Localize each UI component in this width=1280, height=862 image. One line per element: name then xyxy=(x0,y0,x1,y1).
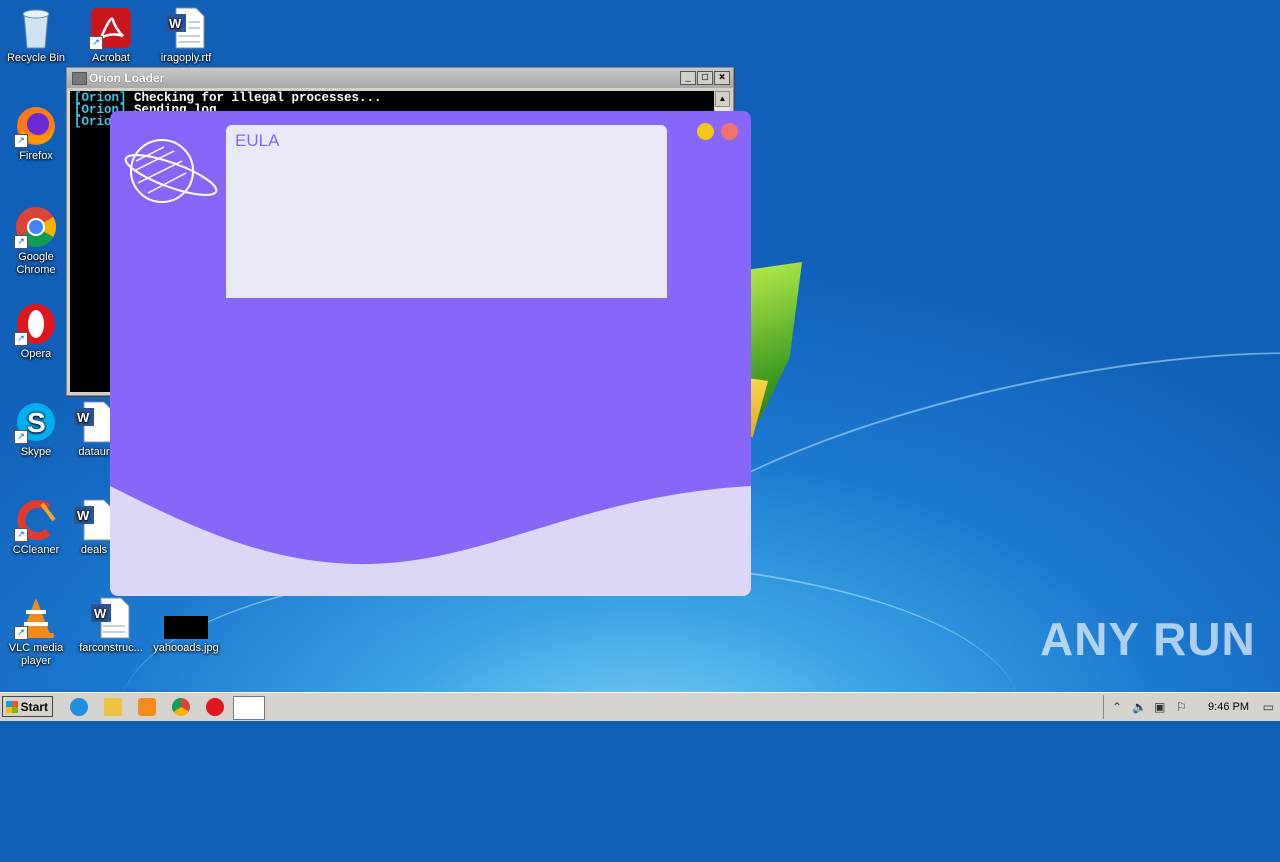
internet-explorer-icon[interactable] xyxy=(70,698,88,716)
desktop-icon-opera[interactable]: ↗ Opera xyxy=(1,302,71,361)
desktop-icon-farconstruc[interactable]: W farconstruc... xyxy=(76,596,146,655)
desktop-icon-firefox[interactable]: ↗ Firefox xyxy=(1,104,71,163)
desktop-icon-label: VLC media player xyxy=(8,642,64,667)
action-center-flag-icon[interactable]: ⚐ xyxy=(1176,700,1187,714)
desktop-icon-skype[interactable]: S ↗ Skype xyxy=(1,400,71,459)
tray-expand-icon[interactable]: ⌃ xyxy=(1112,700,1122,714)
volume-icon[interactable]: 🔈 xyxy=(1132,700,1147,714)
desktop-icon-recycle-bin[interactable]: Recycle Bin xyxy=(1,6,71,65)
console-app-icon xyxy=(72,72,87,85)
desktop-icon-label: Skype xyxy=(20,446,52,458)
scroll-up-arrow-icon[interactable]: ▲ xyxy=(715,91,730,107)
acrobat-icon: ↗ xyxy=(89,6,133,50)
desktop-icon-chrome[interactable]: ↗ Google Chrome xyxy=(1,205,71,277)
desktop-icon-label: CCleaner xyxy=(12,544,60,556)
network-icon[interactable]: ▣ xyxy=(1154,700,1165,714)
start-button[interactable]: Start xyxy=(2,696,53,717)
chrome-icon[interactable] xyxy=(172,698,190,716)
ccleaner-icon: ↗ xyxy=(14,498,58,542)
desktop-icon-acrobat[interactable]: ↗ Acrobat xyxy=(76,6,146,65)
planet-logo-icon xyxy=(124,137,220,212)
shortcut-arrow-icon: ↗ xyxy=(14,332,28,346)
desktop-icon-yahooads[interactable]: yahooads.jpg xyxy=(151,596,221,655)
svg-text:W: W xyxy=(94,606,107,621)
desktop-icon-label: iragoply.rtf xyxy=(160,52,212,64)
desktop-icon-label: yahooads.jpg xyxy=(153,642,219,654)
shortcut-arrow-icon: ↗ xyxy=(89,36,103,50)
eula-label: EULA xyxy=(235,131,280,150)
show-desktop-icon[interactable]: ▭ xyxy=(1263,700,1274,714)
desktop-icon-label: Google Chrome xyxy=(16,251,56,276)
shortcut-arrow-icon: ↗ xyxy=(14,235,28,249)
system-tray: ⌃ 🔈 ▣ ⚐ 9:46 PM ▭ xyxy=(1103,695,1280,719)
firefox-icon: ↗ xyxy=(14,104,58,148)
desktop-icon-label: farconstruc... xyxy=(79,642,143,654)
shortcut-arrow-icon: ↗ xyxy=(14,134,28,148)
chrome-icon: ↗ xyxy=(14,205,58,249)
close-button[interactable] xyxy=(721,123,738,140)
word-doc-icon: W xyxy=(89,596,133,640)
taskbar-window-button[interactable] xyxy=(233,696,265,720)
desktop-icon-label: deals xyxy=(80,544,108,556)
console-titlebar[interactable]: Orion Loader _ □ × xyxy=(67,68,733,88)
console-title: Orion Loader xyxy=(89,71,165,85)
shortcut-arrow-icon: ↗ xyxy=(14,528,28,542)
vlc-icon: ↗ xyxy=(14,596,58,640)
shortcut-arrow-icon: ↗ xyxy=(14,626,28,640)
watermark-text: ANY RUN xyxy=(1040,613,1256,665)
recycle-bin-icon xyxy=(14,6,58,50)
image-file-icon xyxy=(163,596,209,640)
file-explorer-icon[interactable] xyxy=(104,698,122,716)
minimize-button[interactable]: _ xyxy=(680,71,696,85)
minimize-button[interactable] xyxy=(697,123,714,140)
svg-text:W: W xyxy=(77,508,90,523)
desktop-icon-vlc[interactable]: ↗ VLC media player xyxy=(1,596,71,668)
desktop-icon-label: Opera xyxy=(20,348,52,360)
eula-window[interactable]: EULA xyxy=(110,111,751,596)
clock[interactable]: 9:46 PM xyxy=(1208,701,1249,713)
svg-text:W: W xyxy=(77,410,90,425)
svg-text:W: W xyxy=(169,16,182,31)
opera-icon: ↗ xyxy=(14,302,58,346)
desktop-icon-ccleaner[interactable]: ↗ CCleaner xyxy=(1,498,71,557)
word-doc-icon: W xyxy=(164,6,208,50)
windows-logo-icon xyxy=(6,701,18,713)
opera-icon[interactable] xyxy=(206,698,224,716)
wave-decoration xyxy=(110,486,751,596)
desktop-icon-label: Acrobat xyxy=(92,52,130,64)
maximize-button[interactable]: □ xyxy=(697,71,713,85)
desktop-icon-iragoply[interactable]: W iragoply.rtf xyxy=(151,6,221,65)
close-button[interactable]: × xyxy=(714,71,730,85)
desktop-icon-label: dataur xyxy=(78,446,110,458)
taskbar: Start ⌃ 🔈 ▣ ⚐ 9:46 PM ▭ xyxy=(0,692,1280,721)
skype-icon: S ↗ xyxy=(14,400,58,444)
shortcut-arrow-icon: ↗ xyxy=(14,430,28,444)
media-player-icon[interactable] xyxy=(138,698,156,716)
svg-text:S: S xyxy=(27,407,46,438)
eula-text-area[interactable]: EULA xyxy=(226,125,667,298)
desktop-icon-label: Recycle Bin xyxy=(6,52,66,64)
desktop-icon-label: Firefox xyxy=(19,150,53,162)
